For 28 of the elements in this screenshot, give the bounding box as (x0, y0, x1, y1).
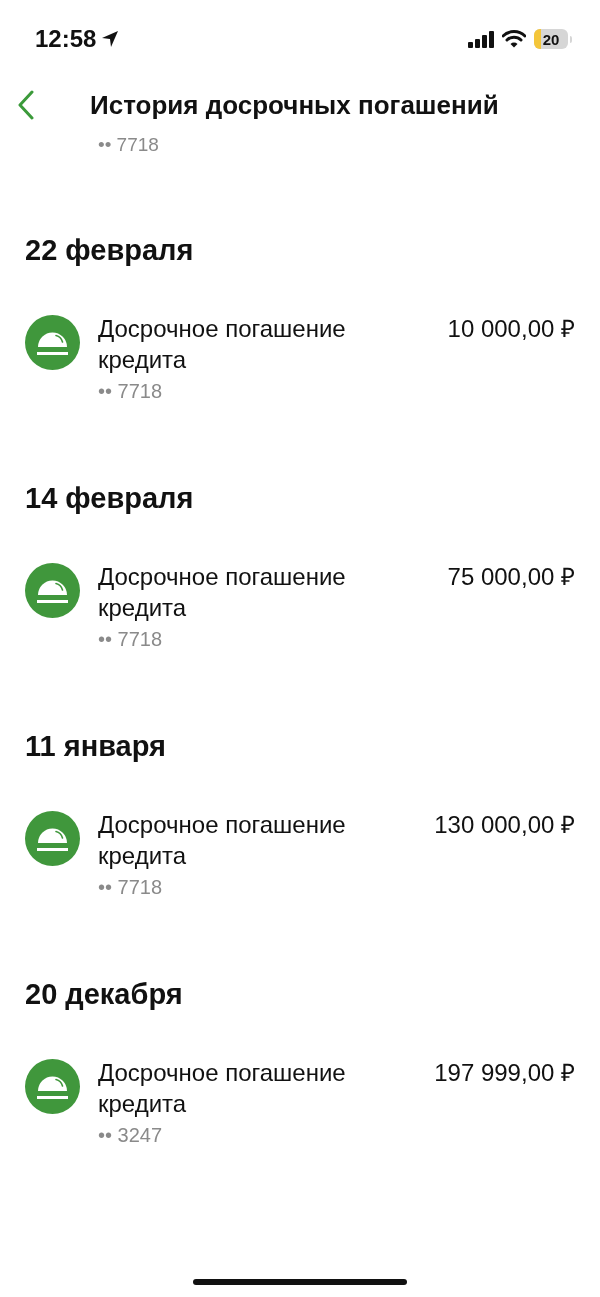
card-number: •• 7718 (98, 135, 159, 155)
status-time: 12:58 (35, 25, 97, 53)
operation-amount: 197 999,00 ₽ (434, 1058, 575, 1088)
operation-title[interactable]: Досрочное погашение кредита (98, 561, 388, 623)
section-date: 22 февраля (25, 234, 194, 266)
card-number: •• 3247 (98, 1123, 163, 1147)
section-date: 11 января (25, 730, 166, 762)
signal-icon (468, 30, 494, 48)
operation-title[interactable]: Досрочное погашение кредита (98, 809, 388, 871)
location-arrow-icon (101, 30, 120, 48)
card-number: •• 7718 (98, 875, 163, 899)
card-number: •• 7718 (98, 627, 163, 651)
dome-icon (25, 315, 80, 370)
battery-indicator: 20 (534, 29, 568, 49)
page-title: История досрочных погашений (90, 89, 499, 121)
section-date: 14 февраля (25, 482, 194, 514)
operation-title[interactable]: Досрочное погашение кредита (98, 313, 388, 375)
dome-icon (25, 563, 80, 618)
section-date: 20 декабря (25, 978, 183, 1010)
operation-amount: 10 000,00 ₽ (447, 314, 575, 344)
dome-icon (25, 811, 80, 866)
wifi-icon (502, 30, 526, 48)
card-number: •• 7718 (98, 379, 163, 403)
operation-title[interactable]: Досрочное погашение кредита (98, 1057, 388, 1119)
chevron-left-icon (18, 90, 34, 120)
operation-amount: 130 000,00 ₽ (434, 810, 575, 840)
operation-amount: 75 000,00 ₽ (447, 562, 575, 592)
dome-icon (25, 1059, 80, 1114)
